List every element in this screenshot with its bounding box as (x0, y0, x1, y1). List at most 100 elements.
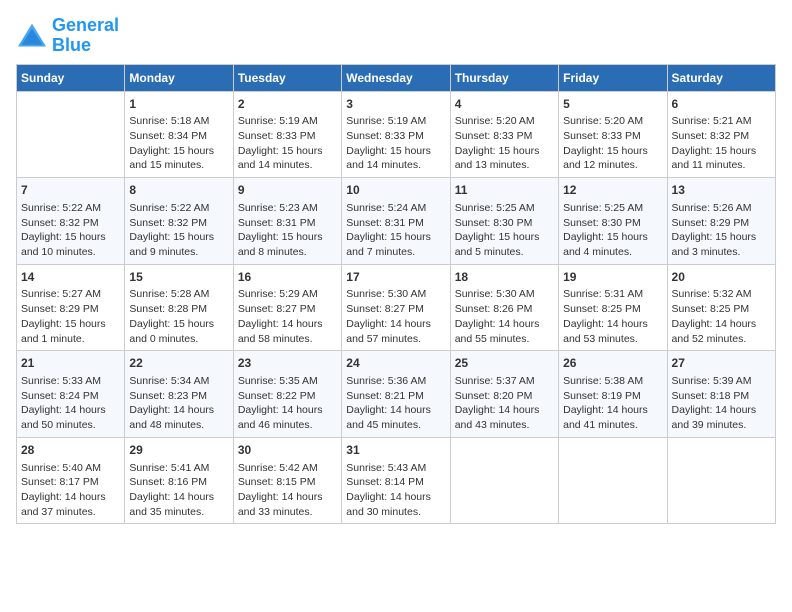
calendar-cell: 19Sunrise: 5:31 AM Sunset: 8:25 PM Dayli… (559, 264, 667, 351)
calendar-cell (450, 437, 558, 524)
cell-info: Sunrise: 5:39 AM Sunset: 8:18 PM Dayligh… (672, 374, 771, 433)
cell-info: Sunrise: 5:33 AM Sunset: 8:24 PM Dayligh… (21, 374, 120, 433)
day-number: 5 (563, 96, 662, 113)
day-number: 3 (346, 96, 445, 113)
day-number: 15 (129, 269, 228, 286)
cell-info: Sunrise: 5:22 AM Sunset: 8:32 PM Dayligh… (129, 201, 228, 260)
day-number: 18 (455, 269, 554, 286)
calendar-cell: 29 Sunrise: 5:41 AM Sunset: 8:16 PM Dayli… (125, 437, 233, 524)
calendar-cell: 20Sunrise: 5:32 AM Sunset: 8:25 PM Dayli… (667, 264, 775, 351)
calendar-cell: 17Sunrise: 5:30 AM Sunset: 8:27 PM Dayli… (342, 264, 450, 351)
page-header: General Blue (16, 16, 776, 56)
day-number: 30 (238, 442, 337, 459)
cell-info: Sunrise: 5:42 AM Sunset: 8:15 PM Dayligh… (238, 461, 337, 520)
calendar-cell: 6Sunrise: 5:21 AM Sunset: 8:32 PM Daylig… (667, 91, 775, 178)
cell-info: Sunrise: 5:38 AM Sunset: 8:19 PM Dayligh… (563, 374, 662, 433)
calendar-cell: 22 Sunrise: 5:34 AM Sunset: 8:23 PM Dayli… (125, 351, 233, 438)
header-day: Tuesday (233, 64, 341, 91)
cell-info: Sunrise: 5:18 AM Sunset: 8:34 PM Dayligh… (129, 114, 228, 173)
header-day: Saturday (667, 64, 775, 91)
header-day: Friday (559, 64, 667, 91)
cell-info: Sunrise: 5:19 AM Sunset: 8:33 PM Dayligh… (238, 114, 337, 173)
calendar-cell: 10 Sunrise: 5:24 AM Sunset: 8:31 PM Dayli… (342, 178, 450, 265)
calendar-cell: 24 Sunrise: 5:36 AM Sunset: 8:21 PM Dayli… (342, 351, 450, 438)
day-number: 24 (346, 355, 445, 372)
cell-info: Sunrise: 5:40 AM Sunset: 8:17 PM Dayligh… (21, 461, 120, 520)
cell-info: Sunrise: 5:31 AM Sunset: 8:25 PM Dayligh… (563, 287, 662, 346)
calendar-cell: 11 Sunrise: 5:25 AM Sunset: 8:30 PM Dayli… (450, 178, 558, 265)
day-number: 9 (238, 182, 337, 199)
day-number: 22 (129, 355, 228, 372)
day-number: 31 (346, 442, 445, 459)
cell-info: Sunrise: 5:25 AM Sunset: 8:30 PM Dayligh… (455, 201, 554, 260)
calendar-cell: 8 Sunrise: 5:22 AM Sunset: 8:32 PM Daylig… (125, 178, 233, 265)
calendar-week-row: 7 Sunrise: 5:22 AM Sunset: 8:32 PM Daylig… (17, 178, 776, 265)
calendar-cell: 23Sunrise: 5:35 AM Sunset: 8:22 PM Dayli… (233, 351, 341, 438)
day-number: 19 (563, 269, 662, 286)
header-day: Thursday (450, 64, 558, 91)
cell-info: Sunrise: 5:36 AM Sunset: 8:21 PM Dayligh… (346, 374, 445, 433)
calendar-cell: 18Sunrise: 5:30 AM Sunset: 8:26 PM Dayli… (450, 264, 558, 351)
calendar-cell: 1Sunrise: 5:18 AM Sunset: 8:34 PM Daylig… (125, 91, 233, 178)
calendar-cell: 13 Sunrise: 5:26 AM Sunset: 8:29 PM Dayli… (667, 178, 775, 265)
calendar-week-row: 14Sunrise: 5:27 AM Sunset: 8:29 PM Dayli… (17, 264, 776, 351)
day-number: 7 (21, 182, 120, 199)
cell-info: Sunrise: 5:22 AM Sunset: 8:32 PM Dayligh… (21, 201, 120, 260)
cell-info: Sunrise: 5:30 AM Sunset: 8:26 PM Dayligh… (455, 287, 554, 346)
day-number: 4 (455, 96, 554, 113)
cell-info: Sunrise: 5:43 AM Sunset: 8:14 PM Dayligh… (346, 461, 445, 520)
day-number: 2 (238, 96, 337, 113)
cell-info: Sunrise: 5:26 AM Sunset: 8:29 PM Dayligh… (672, 201, 771, 260)
day-number: 8 (129, 182, 228, 199)
day-number: 25 (455, 355, 554, 372)
logo-icon (16, 22, 48, 50)
day-number: 21 (21, 355, 120, 372)
cell-info: Sunrise: 5:24 AM Sunset: 8:31 PM Dayligh… (346, 201, 445, 260)
day-number: 14 (21, 269, 120, 286)
calendar-cell: 26Sunrise: 5:38 AM Sunset: 8:19 PM Dayli… (559, 351, 667, 438)
calendar-cell: 16Sunrise: 5:29 AM Sunset: 8:27 PM Dayli… (233, 264, 341, 351)
calendar-table: SundayMondayTuesdayWednesdayThursdayFrid… (16, 64, 776, 525)
day-number: 29 (129, 442, 228, 459)
day-number: 6 (672, 96, 771, 113)
day-number: 23 (238, 355, 337, 372)
day-number: 20 (672, 269, 771, 286)
calendar-cell: 3Sunrise: 5:19 AM Sunset: 8:33 PM Daylig… (342, 91, 450, 178)
cell-info: Sunrise: 5:32 AM Sunset: 8:25 PM Dayligh… (672, 287, 771, 346)
cell-info: Sunrise: 5:29 AM Sunset: 8:27 PM Dayligh… (238, 287, 337, 346)
calendar-cell: 21 Sunrise: 5:33 AM Sunset: 8:24 PM Dayli… (17, 351, 125, 438)
calendar-cell (559, 437, 667, 524)
cell-info: Sunrise: 5:19 AM Sunset: 8:33 PM Dayligh… (346, 114, 445, 173)
calendar-cell: 12Sunrise: 5:25 AM Sunset: 8:30 PM Dayli… (559, 178, 667, 265)
logo: General Blue (16, 16, 119, 56)
day-number: 28 (21, 442, 120, 459)
calendar-cell (17, 91, 125, 178)
header-day: Monday (125, 64, 233, 91)
header-day: Wednesday (342, 64, 450, 91)
cell-info: Sunrise: 5:27 AM Sunset: 8:29 PM Dayligh… (21, 287, 120, 346)
day-number: 27 (672, 355, 771, 372)
cell-info: Sunrise: 5:34 AM Sunset: 8:23 PM Dayligh… (129, 374, 228, 433)
calendar-cell (667, 437, 775, 524)
cell-info: Sunrise: 5:20 AM Sunset: 8:33 PM Dayligh… (563, 114, 662, 173)
calendar-cell: 27 Sunrise: 5:39 AM Sunset: 8:18 PM Dayli… (667, 351, 775, 438)
calendar-cell: 25Sunrise: 5:37 AM Sunset: 8:20 PM Dayli… (450, 351, 558, 438)
day-number: 13 (672, 182, 771, 199)
day-number: 10 (346, 182, 445, 199)
day-number: 11 (455, 182, 554, 199)
calendar-cell: 31 Sunrise: 5:43 AM Sunset: 8:14 PM Dayli… (342, 437, 450, 524)
calendar-week-row: 1Sunrise: 5:18 AM Sunset: 8:34 PM Daylig… (17, 91, 776, 178)
calendar-cell: 9Sunrise: 5:23 AM Sunset: 8:31 PM Daylig… (233, 178, 341, 265)
cell-info: Sunrise: 5:41 AM Sunset: 8:16 PM Dayligh… (129, 461, 228, 520)
cell-info: Sunrise: 5:28 AM Sunset: 8:28 PM Dayligh… (129, 287, 228, 346)
calendar-week-row: 21 Sunrise: 5:33 AM Sunset: 8:24 PM Dayli… (17, 351, 776, 438)
day-number: 1 (129, 96, 228, 113)
day-number: 16 (238, 269, 337, 286)
cell-info: Sunrise: 5:30 AM Sunset: 8:27 PM Dayligh… (346, 287, 445, 346)
calendar-cell: 30 Sunrise: 5:42 AM Sunset: 8:15 PM Dayli… (233, 437, 341, 524)
logo-text: General Blue (52, 16, 119, 56)
header-day: Sunday (17, 64, 125, 91)
calendar-cell: 4Sunrise: 5:20 AM Sunset: 8:33 PM Daylig… (450, 91, 558, 178)
header-row: SundayMondayTuesdayWednesdayThursdayFrid… (17, 64, 776, 91)
calendar-cell: 15Sunrise: 5:28 AM Sunset: 8:28 PM Dayli… (125, 264, 233, 351)
